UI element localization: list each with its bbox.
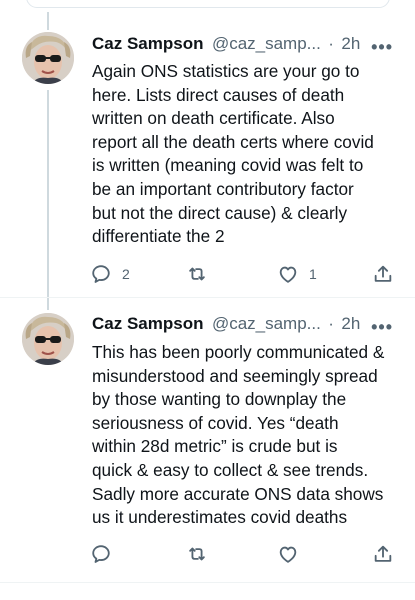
retweet-button[interactable]: [186, 543, 218, 565]
tweet-header: Caz Sampson @caz_samp... · 2h •••: [92, 314, 401, 338]
timestamp[interactable]: 2h: [341, 34, 360, 53]
share-icon: [374, 545, 392, 562]
reply-icon: [92, 545, 110, 563]
author-handle[interactable]: @caz_samp...: [212, 314, 321, 333]
tweet-text: This has been poorly communicated & misu…: [92, 342, 385, 528]
avatar[interactable]: [22, 313, 74, 365]
retweet-icon: [189, 267, 205, 281]
reply-button[interactable]: [90, 543, 122, 565]
retweet-button[interactable]: [186, 263, 218, 285]
heart-icon: [279, 546, 297, 563]
tweet-divider: [0, 582, 415, 583]
reply-icon: [92, 265, 110, 283]
tweet-divider: [0, 297, 415, 298]
share-button[interactable]: [372, 263, 394, 285]
previous-tweet-card: [26, 0, 390, 8]
share-button[interactable]: [372, 543, 394, 565]
heart-icon: [279, 266, 297, 283]
timestamp[interactable]: 2h: [341, 314, 360, 333]
separator-dot: ·: [328, 34, 334, 53]
avatar-image: [22, 32, 74, 84]
author-handle[interactable]: @caz_samp...: [212, 34, 321, 53]
more-icon[interactable]: •••: [371, 318, 393, 336]
tweet-actions: [90, 543, 400, 567]
tweet-header: Caz Sampson @caz_samp... · 2h •••: [92, 34, 401, 58]
avatar-image: [22, 313, 74, 365]
retweet-icon: [189, 547, 205, 561]
author-name[interactable]: Caz Sampson: [92, 314, 203, 333]
author-name[interactable]: Caz Sampson: [92, 34, 203, 53]
like-count: 1: [309, 266, 317, 282]
reply-count: 2: [122, 266, 130, 282]
tweet-actions: 2 1: [90, 263, 400, 287]
share-icon: [374, 265, 392, 282]
separator-dot: ·: [328, 314, 334, 333]
avatar[interactable]: [22, 32, 74, 84]
like-button[interactable]: [277, 543, 309, 565]
more-icon[interactable]: •••: [371, 38, 393, 56]
thread-line-top: [47, 12, 49, 30]
thread-line-connector: [47, 90, 49, 310]
like-button[interactable]: 1: [277, 263, 317, 285]
reply-button[interactable]: 2: [90, 263, 130, 285]
tweet-text: Again ONS statistics are your go to here…: [92, 61, 374, 247]
